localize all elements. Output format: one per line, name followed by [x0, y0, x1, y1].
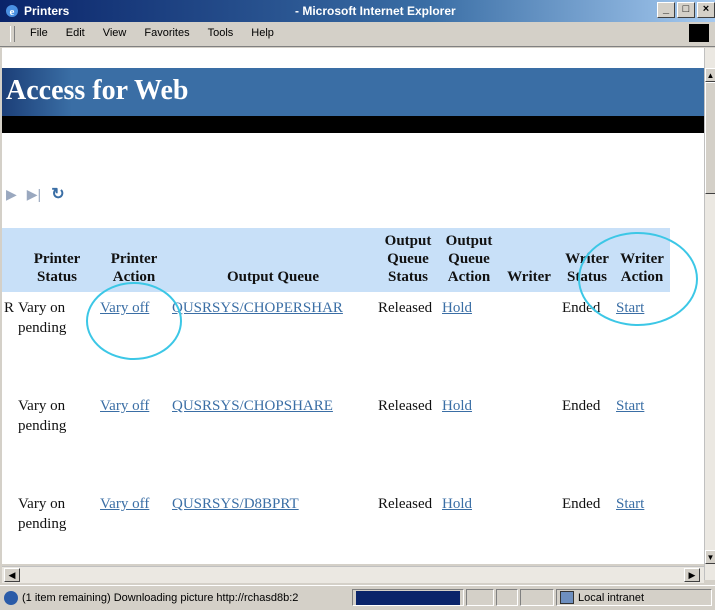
col-header-printer-status: Printer Status — [16, 228, 99, 292]
next-page-icon[interactable]: ▶ — [6, 186, 17, 203]
col-header-output-queue-status: Output Queue Status — [376, 228, 441, 292]
intranet-zone-icon — [560, 591, 574, 604]
printer-status-cell: Vary on pending — [18, 300, 67, 336]
page-title: Access for Web — [6, 75, 189, 106]
menu-edit[interactable]: Edit — [66, 27, 85, 39]
vary-off-link[interactable]: Vary off — [100, 398, 149, 414]
writer-cell — [498, 292, 560, 390]
windows-logo-icon — [689, 24, 709, 42]
printers-table: Printer Status Printer Action Output Que… — [2, 228, 671, 564]
printer-status-cell: Vary on pending — [18, 496, 67, 532]
window-app-name: - Microsoft Internet Explorer — [295, 4, 456, 18]
output-queue-status-cell: Released — [378, 300, 433, 316]
last-page-icon[interactable]: ▶| — [27, 186, 41, 203]
vary-off-link[interactable]: Vary off — [100, 496, 149, 512]
printer-name-cell — [2, 390, 16, 488]
table-header-row: Printer Status Printer Action Output Que… — [2, 228, 671, 292]
menu-favorites[interactable]: Favorites — [144, 27, 189, 39]
window-title: Printers — [24, 4, 70, 18]
status-message: (1 item remaining) Downloading picture h… — [22, 592, 299, 604]
minimize-button[interactable]: _ — [657, 2, 675, 18]
printer-status-cell: Vary on pending — [18, 398, 67, 434]
security-zone: Local intranet — [578, 592, 645, 604]
close-button[interactable]: × — [697, 2, 715, 18]
menu-view[interactable]: View — [103, 27, 127, 39]
menu-help[interactable]: Help — [251, 27, 274, 39]
page-status-icon — [4, 591, 18, 605]
hold-link[interactable]: Hold — [442, 496, 472, 512]
writer-status-cell: Ended — [562, 398, 601, 414]
col-header-output-queue-action: Output Queue Action — [440, 228, 499, 292]
hold-link[interactable]: Hold — [442, 300, 472, 316]
refresh-icon[interactable]: ↻ — [51, 184, 64, 204]
toolbar-grip[interactable] — [10, 26, 15, 42]
output-queue-status-cell: Released — [378, 496, 433, 512]
horizontal-scrollbar[interactable]: ◀ ▶ — [2, 566, 704, 583]
scroll-right-icon[interactable]: ▶ — [684, 568, 700, 582]
writer-highlight — [578, 232, 698, 326]
scroll-down-icon[interactable]: ▼ — [705, 550, 715, 564]
vertical-scroll-thumb[interactable] — [705, 82, 715, 194]
hold-link[interactable]: Hold — [442, 398, 472, 414]
scroll-left-icon[interactable]: ◀ — [4, 568, 20, 582]
menu-file[interactable]: File — [30, 27, 48, 39]
ie-icon: e — [6, 5, 18, 18]
menu-bar: File Edit View Favorites Tools Help — [0, 22, 715, 47]
output-queue-link[interactable]: QUSRSYS/CHOPERSHAR — [172, 300, 343, 316]
output-queue-link[interactable]: QUSRSYS/CHOPSHARE — [172, 398, 333, 414]
menu-tools[interactable]: Tools — [208, 27, 234, 39]
maximize-button[interactable]: □ — [677, 2, 695, 18]
printer-name-cell: R — [4, 300, 15, 316]
table-row: Vary on pending Vary off QUSRSYS/CHOPSHA… — [2, 390, 670, 488]
svg-text:e: e — [10, 6, 15, 18]
output-queue-link[interactable]: QUSRSYS/D8BPRT — [172, 496, 299, 512]
printer-name-cell — [2, 488, 16, 564]
progress-bar — [356, 591, 460, 605]
printer-action-highlight — [86, 282, 182, 360]
banner-divider — [2, 116, 704, 133]
start-writer-link[interactable]: Start — [616, 398, 644, 414]
writer-cell — [498, 390, 560, 488]
writer-status-cell: Ended — [562, 496, 601, 512]
col-header-output-queue: Output Queue — [170, 228, 377, 292]
col-header-writer: Writer — [498, 228, 561, 292]
page-banner: Access for Web — [2, 68, 704, 116]
scroll-up-icon[interactable]: ▲ — [705, 68, 715, 82]
status-bar: (1 item remaining) Downloading picture h… — [0, 585, 715, 610]
start-writer-link[interactable]: Start — [616, 496, 644, 512]
page-viewport: Access for Web ▶ ▶| ↻ Printer Status Pri… — [2, 48, 704, 564]
col-header-name — [2, 228, 17, 292]
vertical-scrollbar[interactable]: ▲ ▼ — [704, 48, 715, 580]
title-bar[interactable]: e Printers - Microsoft Internet Explorer… — [0, 0, 715, 22]
table-row: Vary on pending Vary off QUSRSYS/D8BPRT … — [2, 488, 670, 564]
list-navigation: ▶ ▶| ↻ — [6, 184, 65, 204]
output-queue-status-cell: Released — [378, 398, 433, 414]
writer-cell — [498, 488, 560, 564]
